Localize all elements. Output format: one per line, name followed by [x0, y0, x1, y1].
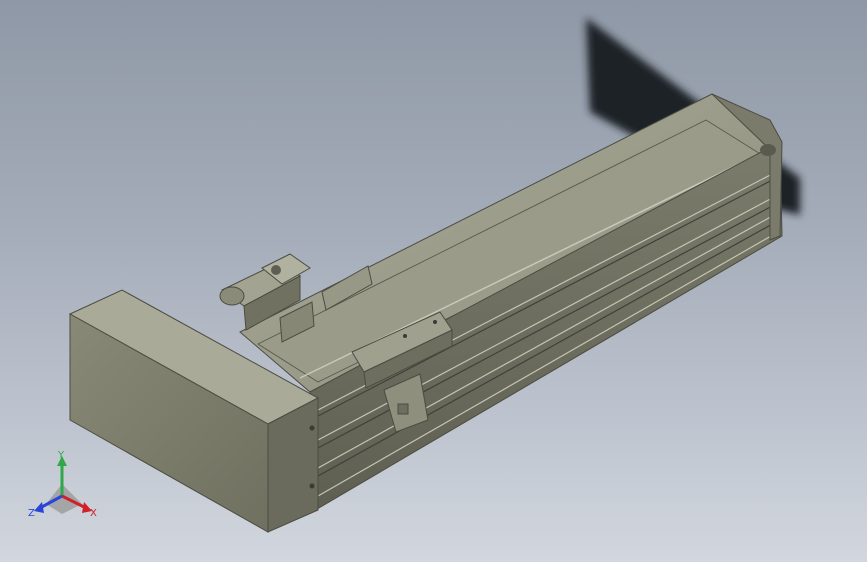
- triad-y-label: Y: [57, 450, 65, 461]
- 3d-model-scene[interactable]: Y X Z: [0, 0, 867, 562]
- coordinate-triad-icon: Y X Z: [28, 450, 97, 519]
- triad-z-label: Z: [28, 508, 35, 519]
- graphics-viewport[interactable]: Y X Z: [0, 0, 867, 562]
- end-cap-bore: [760, 144, 776, 156]
- triad-x-label: X: [90, 508, 97, 519]
